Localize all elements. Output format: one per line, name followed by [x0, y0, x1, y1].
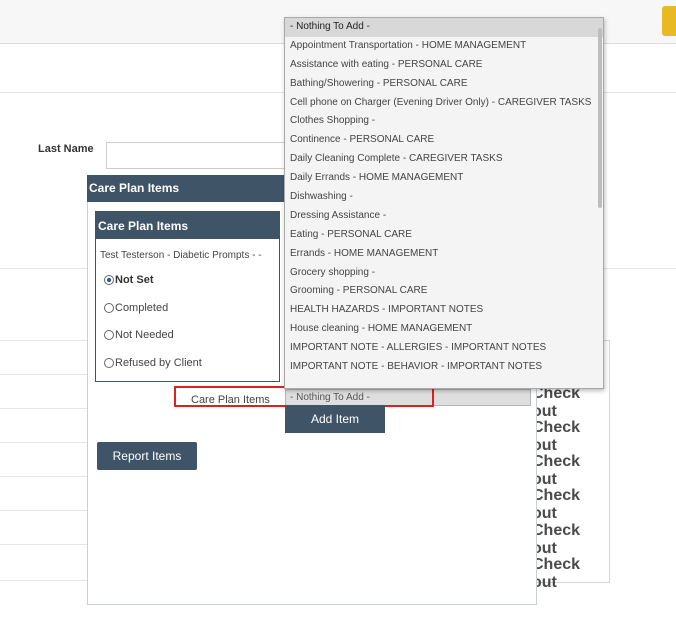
status-label: Completed [115, 302, 169, 314]
checkout-button[interactable]: Check out [532, 385, 608, 421]
row-divider [0, 476, 87, 477]
dropdown-option[interactable]: IMPORTANT NOTE - BEHAVIOR - IMPORTANT NO… [285, 358, 603, 377]
dropdown-option[interactable]: House cleaning - HOME MANAGEMENT [285, 320, 603, 339]
checkout-button[interactable]: Check out [532, 556, 608, 592]
dropdown-option[interactable]: - Nothing To Add - [285, 18, 603, 37]
radio-icon [104, 303, 114, 313]
dropdown-option[interactable]: Grooming - PERSONAL CARE [285, 282, 603, 301]
dropdown-option[interactable]: Cell phone on Charger (Evening Driver On… [285, 94, 603, 113]
dropdown-option[interactable]: Errands - HOME MANAGEMENT [285, 245, 603, 264]
row-divider [0, 544, 87, 545]
checkout-button[interactable]: Check out [532, 487, 608, 523]
care-plan-item-dropdown-list[interactable]: - Nothing To Add - Appointment Transport… [284, 17, 604, 389]
dropdown-option[interactable]: Bathing/Showering - PERSONAL CARE [285, 75, 603, 94]
checkout-button[interactable]: Check out [532, 453, 608, 489]
prompt-text: Test Testerson - Diabetic Prompts - - [100, 250, 262, 261]
status-completed-radio[interactable]: Completed [104, 301, 168, 315]
status-label: Not Set [115, 274, 154, 286]
care-plan-dialog-title: Care Plan Items [87, 175, 287, 202]
dropdown-option[interactable]: Continence - PERSONAL CARE [285, 131, 603, 150]
status-not-needed-radio[interactable]: Not Needed [104, 328, 174, 342]
radio-icon [104, 358, 114, 368]
dropdown-option[interactable]: Dishwashing - [285, 188, 603, 207]
dropdown-option[interactable]: Daily Errands - HOME MANAGEMENT [285, 169, 603, 188]
dropdown-option[interactable]: HEALTH HAZARDS - IMPORTANT NOTES [285, 301, 603, 320]
dropdown-option[interactable]: Eating - PERSONAL CARE [285, 226, 603, 245]
row-divider [0, 580, 87, 581]
dropdown-option[interactable]: Appointment Transportation - HOME MANAGE… [285, 37, 603, 56]
dropdown-option[interactable]: Grocery shopping - [285, 264, 603, 283]
corner-button[interactable] [662, 6, 676, 36]
add-item-button[interactable]: Add Item [285, 405, 385, 433]
row-divider [0, 340, 87, 341]
status-label: Refused by Client [115, 357, 202, 369]
row-divider [0, 510, 87, 511]
checkout-button[interactable]: Check out [532, 419, 608, 455]
row-divider [0, 408, 87, 409]
report-items-button[interactable]: Report Items [97, 442, 197, 470]
highlight-annotation [174, 386, 434, 407]
row-divider [0, 442, 87, 443]
dropdown-option[interactable]: Clothes Shopping - [285, 112, 603, 131]
status-refused-radio[interactable]: Refused by Client [104, 356, 202, 370]
radio-checked-icon [104, 275, 114, 285]
dropdown-option[interactable]: IMPORTANT NOTE - ALLERGIES - IMPORTANT N… [285, 339, 603, 358]
last-name-label: Last Name [38, 143, 94, 155]
radio-icon [104, 330, 114, 340]
care-plan-items-title: Care Plan Items [96, 212, 279, 239]
dropdown-option[interactable]: Dressing Assistance - [285, 207, 603, 226]
status-label: Not Needed [115, 329, 174, 341]
last-name-input[interactable] [106, 142, 306, 169]
row-divider [0, 374, 87, 375]
dropdown-option[interactable]: Assistance with eating - PERSONAL CARE [285, 56, 603, 75]
dropdown-option[interactable]: Daily Cleaning Complete - CAREGIVER TASK… [285, 150, 603, 169]
checkout-button[interactable]: Check out [532, 522, 608, 558]
status-not-set-radio[interactable]: Not Set [104, 273, 154, 287]
dropdown-scrollbar-thumb[interactable] [598, 28, 602, 208]
